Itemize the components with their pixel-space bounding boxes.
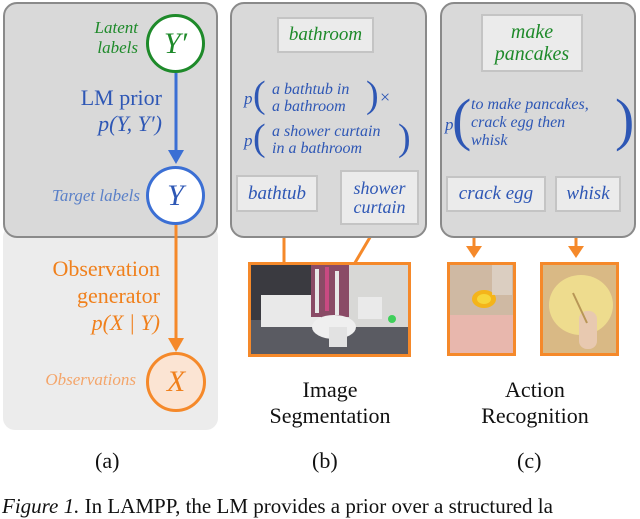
paren-close-1: ) [366,74,379,116]
whisk-arrowhead [568,246,584,258]
term2-line1: a shower curtain [272,123,381,140]
figure-caption: Figure 1. In LAMPP, the LM provides a pr… [2,494,553,519]
paren-close-2: ) [398,117,411,159]
caption-b-line1: Image [302,377,358,402]
object-label-bathtub: bathtub [236,175,318,212]
term2-line2: in a bathroom [272,140,363,157]
sublabel-c: (c) [517,448,542,473]
sublabel-a: (a) [95,448,120,473]
shower-curtain-line1: shower [353,177,406,198]
caption-c-line2: Recognition [481,403,589,428]
shower-curtain-line2: curtain [353,196,406,217]
bathroom-image [248,262,411,357]
p-symbol-1: p [244,89,253,108]
action-label-crack-egg: crack egg [446,176,546,212]
sublabel-b: (b) [312,448,338,473]
figure-caption-text: In LAMPP, the LM provides a prior over a… [79,494,553,518]
observation-node-x: X [146,352,206,412]
action-label-whisk: whisk [555,176,621,212]
prior-arrowhead [168,150,184,164]
figure-number: Figure 1. [2,494,80,518]
term1-line1: a bathtub in [272,81,350,98]
term1-line2: a bathroom [272,98,346,115]
make-pancakes-line2: pancakes [494,43,570,65]
bathroom-scene [251,265,408,354]
activity-label-make-pancakes: make pancakes [481,14,583,72]
object-label-shower-curtain: shower curtain [340,170,419,225]
target-labels-text: Target labels [51,186,140,205]
target-node-y: Y [146,166,205,225]
crack-egg-image [447,262,516,356]
paren-close-c: ) [615,87,635,152]
observation-generator-title-2: generator [76,283,160,308]
paren-open-2: ( [253,117,266,159]
paren-open-c: ( [452,87,472,152]
whisk-image [540,262,619,356]
p-symbol-2: p [244,131,253,150]
lm-prior-title: LM prior [80,85,162,110]
latent-node-y-prime: Y′ [146,14,205,73]
latent-labels-text: Latent labels [94,18,138,57]
observations-text: Observations [45,370,136,389]
observation-generator-title-1: Observation [52,256,160,281]
term-c-line3: whisk [471,132,508,149]
observation-generator-formula: p(X | Y) [91,310,160,335]
times-symbol: × [380,87,391,107]
crackegg-arrowhead [466,246,482,258]
toilet-tank [358,297,382,319]
lm-prior-formula: p(Y, Y′) [98,111,162,136]
caption-action-recognition: Action Recognition [455,377,615,429]
make-pancakes-line1: make [510,21,554,43]
caption-image-segmentation: Image Segmentation [250,377,410,429]
whisk-scene [543,265,616,353]
crack-egg-scene [450,265,513,353]
caption-b-line2: Segmentation [269,403,391,428]
term-c-line2: crack egg then [471,114,566,131]
caption-c-line1: Action [505,377,565,402]
paren-open-1: ( [253,74,266,116]
generator-arrowhead [168,338,184,352]
scene-label-bathroom: bathroom [277,17,374,53]
term-c-line1: to make pancakes, [471,96,589,113]
